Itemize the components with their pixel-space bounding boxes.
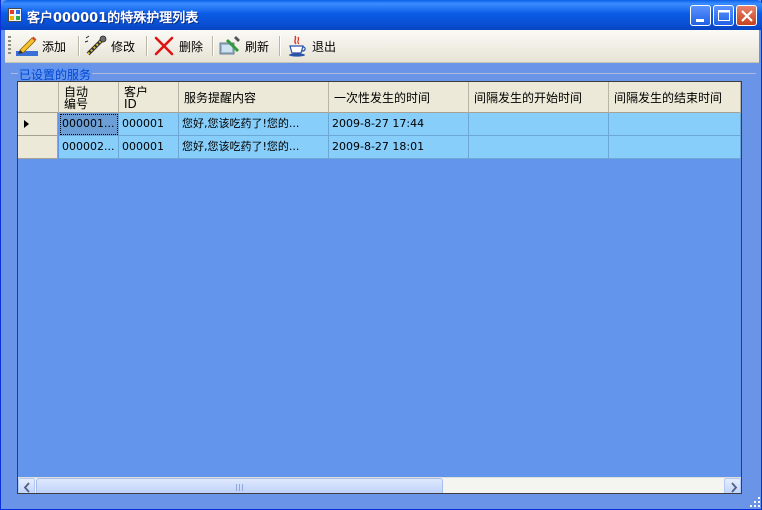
delete-x-icon [154, 36, 174, 56]
cell-interval-end[interactable] [609, 113, 741, 136]
maximize-button[interactable] [713, 5, 734, 26]
cell-interval-start[interactable] [469, 136, 609, 159]
cell-once-time[interactable]: 2009-8-27 17:44 [329, 113, 469, 136]
column-header-content[interactable]: 服务提醒内容 [179, 82, 329, 113]
scroll-right-button[interactable] [724, 478, 741, 493]
row-header[interactable] [18, 136, 58, 159]
column-header-label: 间隔发生的结束时间 [614, 91, 723, 105]
exit-button-label: 退出 [312, 39, 337, 54]
edit-tool-icon [84, 35, 107, 56]
exit-button[interactable]: 退出 [285, 33, 336, 59]
toolbar-separator [279, 36, 280, 56]
cell-once-time[interactable]: 2009-8-27 18:01 [329, 136, 469, 159]
scroll-thumb-grip [236, 484, 245, 491]
close-button[interactable] [736, 5, 757, 26]
toolbar-separator [212, 36, 213, 56]
close-icon [741, 10, 753, 22]
title-bar[interactable]: 客户000001的特殊护理列表 [1, 0, 762, 30]
add-pen-icon [16, 36, 38, 56]
toolbar: 添加 修改 删除 刷新 退出 [5, 30, 759, 63]
column-header-label: ID [124, 97, 137, 111]
edit-button[interactable]: 修改 [84, 33, 135, 59]
cell-customer-id[interactable]: 000001 [119, 113, 179, 136]
column-header-once-time[interactable]: 一次性发生的时间 [329, 82, 469, 113]
column-header-label: 间隔发生的开始时间 [474, 91, 583, 105]
cell-customer-id[interactable]: 000001 [119, 136, 179, 159]
column-header-interval-end[interactable]: 间隔发生的结束时间 [609, 82, 741, 113]
toolbar-separator [146, 36, 147, 56]
refresh-button-label: 刷新 [245, 39, 270, 54]
refresh-button[interactable]: 刷新 [218, 33, 269, 59]
chevron-left-icon [23, 482, 30, 493]
column-header-label: 一次性发生的时间 [334, 91, 431, 105]
column-header-customer-id[interactable]: 客户 ID [119, 82, 179, 113]
delete-button[interactable]: 删除 [152, 33, 203, 59]
horizontal-scrollbar[interactable] [18, 477, 741, 493]
table-row[interactable]: 000001... 000001 您好,您该吃药了!您的... 2009-8-2… [18, 113, 741, 136]
minimize-button[interactable] [690, 5, 711, 26]
row-header[interactable] [18, 113, 58, 136]
cell-auto-id[interactable]: 000001... [59, 113, 119, 136]
scroll-thumb[interactable] [36, 478, 443, 493]
delete-button-label: 删除 [179, 39, 204, 54]
cell-interval-end[interactable] [609, 136, 741, 159]
window-title: 客户000001的特殊护理列表 [27, 11, 199, 26]
edit-button-label: 修改 [111, 39, 136, 54]
maximize-icon [718, 10, 730, 21]
column-header-interval-start[interactable]: 间隔发生的开始时间 [469, 82, 609, 113]
chevron-right-icon [731, 482, 738, 493]
grid-corner-header[interactable] [18, 82, 59, 113]
minimize-icon [696, 19, 704, 22]
current-row-arrow-icon [24, 120, 29, 128]
services-grid[interactable]: 自动 编号 客户 ID 服务提醒内容 一次性发生的时间 间隔发生的开始时间 间隔… [17, 81, 742, 494]
cell-content[interactable]: 您好,您该吃药了!您的... [179, 136, 329, 159]
add-button[interactable]: 添加 [15, 33, 66, 59]
column-header-auto-id[interactable]: 自动 编号 [59, 82, 119, 113]
refresh-icon [219, 36, 240, 55]
app-icon [8, 8, 22, 22]
main-window: 客户000001的特殊护理列表 添加 修改 删除 刷新 退出 已设置的服务 自动… [0, 0, 762, 510]
group-box-border [11, 73, 756, 74]
scroll-left-button[interactable] [18, 478, 35, 493]
cell-interval-start[interactable] [469, 113, 609, 136]
toolbar-separator [78, 36, 79, 56]
table-row[interactable]: 000002... 000001 您好,您该吃药了!您的... 2009-8-2… [18, 136, 741, 159]
column-header-label: 编号 [64, 97, 89, 111]
cell-content[interactable]: 您好,您该吃药了!您的... [179, 113, 329, 136]
cell-auto-id[interactable]: 000002... [59, 136, 119, 159]
add-button-label: 添加 [42, 39, 67, 54]
resize-grip-icon[interactable] [749, 496, 761, 508]
column-header-label: 服务提醒内容 [184, 91, 257, 105]
exit-cup-icon [289, 35, 306, 57]
toolbar-grip[interactable] [8, 36, 11, 56]
